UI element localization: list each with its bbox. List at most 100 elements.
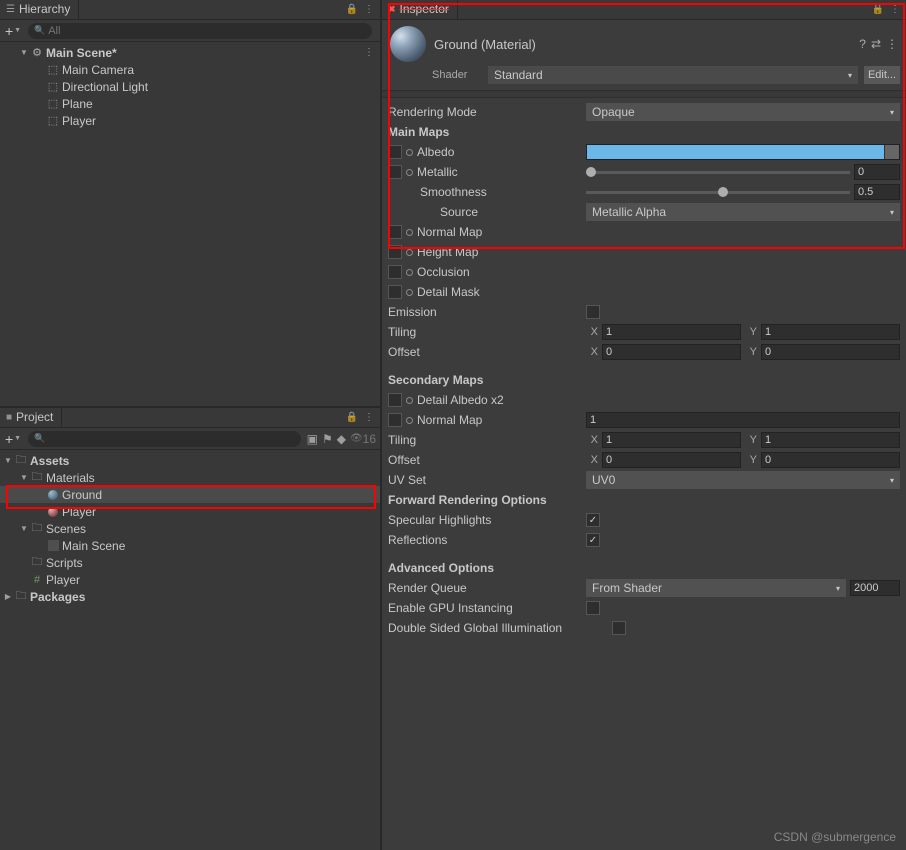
script-icon: # <box>30 574 44 586</box>
favorite-icon[interactable]: ⚑ <box>322 432 333 446</box>
project-icon: ■ <box>6 412 12 423</box>
preset-icon[interactable]: ⇄ <box>871 37 881 51</box>
picker-icon[interactable] <box>406 229 413 236</box>
picker-icon[interactable] <box>406 397 413 404</box>
help-icon[interactable]: ? <box>859 37 866 51</box>
expand-arrow-icon[interactable]: ▼ <box>18 48 30 57</box>
gameobject-icon: ⬚ <box>46 63 60 76</box>
assets-folder[interactable]: ▼🗀Assets <box>0 452 380 469</box>
hierarchy-search[interactable]: 🔍 <box>28 23 372 39</box>
render-queue-label: Render Queue <box>388 581 582 595</box>
offset2-y-input[interactable] <box>761 452 900 468</box>
project-search-input[interactable] <box>48 433 294 445</box>
gameobject-icon: ⬚ <box>46 80 60 93</box>
dsgi-label: Double Sided Global Illumination <box>388 621 608 635</box>
folder-item[interactable]: ▼🗀Scenes <box>0 520 380 537</box>
hidden-count[interactable]: 👁16 <box>350 432 376 446</box>
smoothness-value[interactable] <box>854 184 900 200</box>
scene-asset[interactable]: Main Scene <box>0 537 380 554</box>
texture-slot[interactable] <box>388 413 402 427</box>
search-input[interactable] <box>48 25 366 37</box>
expand-arrow-icon[interactable]: ▼ <box>18 473 30 482</box>
material-ground[interactable]: Ground <box>0 486 380 503</box>
dsgi-checkbox[interactable] <box>612 621 626 635</box>
expand-arrow-icon[interactable]: ▼ <box>2 456 14 465</box>
scene-row[interactable]: ▼ ⚙ Main Scene* ⋮ <box>0 44 380 61</box>
picker-icon[interactable] <box>406 149 413 156</box>
gpu-instancing-checkbox[interactable] <box>586 601 600 615</box>
hierarchy-tab[interactable]: ☰ Hierarchy <box>0 0 79 19</box>
menu-icon[interactable]: ⋮ <box>364 412 374 423</box>
texture-slot[interactable] <box>388 393 402 407</box>
search-icon: 🔍 <box>34 433 45 444</box>
uvset-dropdown[interactable]: UV0 <box>586 471 900 489</box>
main-maps-header: Main Maps <box>388 125 582 139</box>
hierarchy-item[interactable]: ⬚Player <box>0 112 380 129</box>
edit-shader-button[interactable]: Edit... <box>864 66 900 84</box>
picker-icon[interactable] <box>406 417 413 424</box>
project-search[interactable]: 🔍 <box>28 431 301 447</box>
emission-checkbox[interactable] <box>586 305 600 319</box>
lock-icon[interactable]: 🔒 <box>346 4 358 15</box>
smoothness-slider[interactable] <box>586 184 850 200</box>
picker-icon[interactable] <box>406 249 413 256</box>
inspector-icon: ✖ <box>388 4 396 15</box>
tiling-y-input[interactable] <box>761 324 900 340</box>
menu-icon[interactable]: ⋮ <box>364 4 374 15</box>
folder-item[interactable]: ▼🗀Materials <box>0 469 380 486</box>
script-asset[interactable]: #Player <box>0 571 380 588</box>
tiling2-x-input[interactable] <box>602 432 741 448</box>
create-button[interactable]: +▼ <box>4 22 22 40</box>
folder-item[interactable]: 🗀Scripts <box>0 554 380 571</box>
picker-icon[interactable] <box>406 289 413 296</box>
folder-icon: 🗀 <box>14 451 28 470</box>
filter-icon[interactable]: ▣ <box>307 432 318 446</box>
hierarchy-item[interactable]: ⬚Main Camera <box>0 61 380 78</box>
texture-slot[interactable] <box>388 165 402 179</box>
offset2-x-input[interactable] <box>602 452 741 468</box>
hierarchy-icon: ☰ <box>6 4 15 15</box>
picker-icon[interactable] <box>406 169 413 176</box>
menu-icon[interactable]: ⋮ <box>886 37 898 51</box>
lock-icon[interactable]: 🔒 <box>872 4 884 15</box>
search-icon: 🔍 <box>34 25 45 36</box>
metallic-slider[interactable] <box>586 164 850 180</box>
packages-folder[interactable]: ▶🗀Packages <box>0 588 380 605</box>
shader-dropdown[interactable]: Standard <box>488 66 858 84</box>
scene-menu-icon[interactable]: ⋮ <box>364 47 374 58</box>
offset-x-input[interactable] <box>602 344 741 360</box>
adv-opts-header: Advanced Options <box>388 561 582 575</box>
specular-checkbox[interactable] <box>586 513 600 527</box>
source-dropdown[interactable]: Metallic Alpha <box>586 203 900 221</box>
expand-arrow-icon[interactable]: ▼ <box>18 524 30 533</box>
texture-slot[interactable] <box>388 225 402 239</box>
texture-slot[interactable] <box>388 245 402 259</box>
render-queue-dropdown[interactable]: From Shader <box>586 579 846 597</box>
menu-icon[interactable]: ⋮ <box>890 4 900 15</box>
label-icon[interactable]: ◆ <box>337 432 346 446</box>
reflections-checkbox[interactable] <box>586 533 600 547</box>
hierarchy-item[interactable]: ⬚Directional Light <box>0 78 380 95</box>
tiling2-y-input[interactable] <box>761 432 900 448</box>
texture-slot[interactable] <box>388 145 402 159</box>
create-asset-button[interactable]: +▼ <box>4 430 22 448</box>
texture-slot[interactable] <box>388 265 402 279</box>
hierarchy-item[interactable]: ⬚Plane <box>0 95 380 112</box>
shader-label: Shader <box>432 69 482 81</box>
picker-icon[interactable] <box>406 269 413 276</box>
inspector-tab[interactable]: ✖ Inspector <box>382 0 458 19</box>
offset-y-input[interactable] <box>761 344 900 360</box>
texture-slot[interactable] <box>388 285 402 299</box>
normalmap2-value[interactable] <box>586 412 900 428</box>
albedo-color-picker[interactable] <box>586 144 900 160</box>
tiling-x-input[interactable] <box>602 324 741 340</box>
lock-icon[interactable]: 🔒 <box>346 412 358 423</box>
project-tab[interactable]: ■ Project <box>0 408 62 427</box>
render-queue-value[interactable] <box>850 580 900 596</box>
material-player[interactable]: Player <box>0 503 380 520</box>
scene-label: Main Scene* <box>46 46 117 60</box>
rendering-mode-dropdown[interactable]: Opaque <box>586 103 900 121</box>
metallic-value[interactable] <box>854 164 900 180</box>
expand-arrow-icon[interactable]: ▶ <box>2 592 14 601</box>
folder-icon: 🗀 <box>30 468 44 487</box>
